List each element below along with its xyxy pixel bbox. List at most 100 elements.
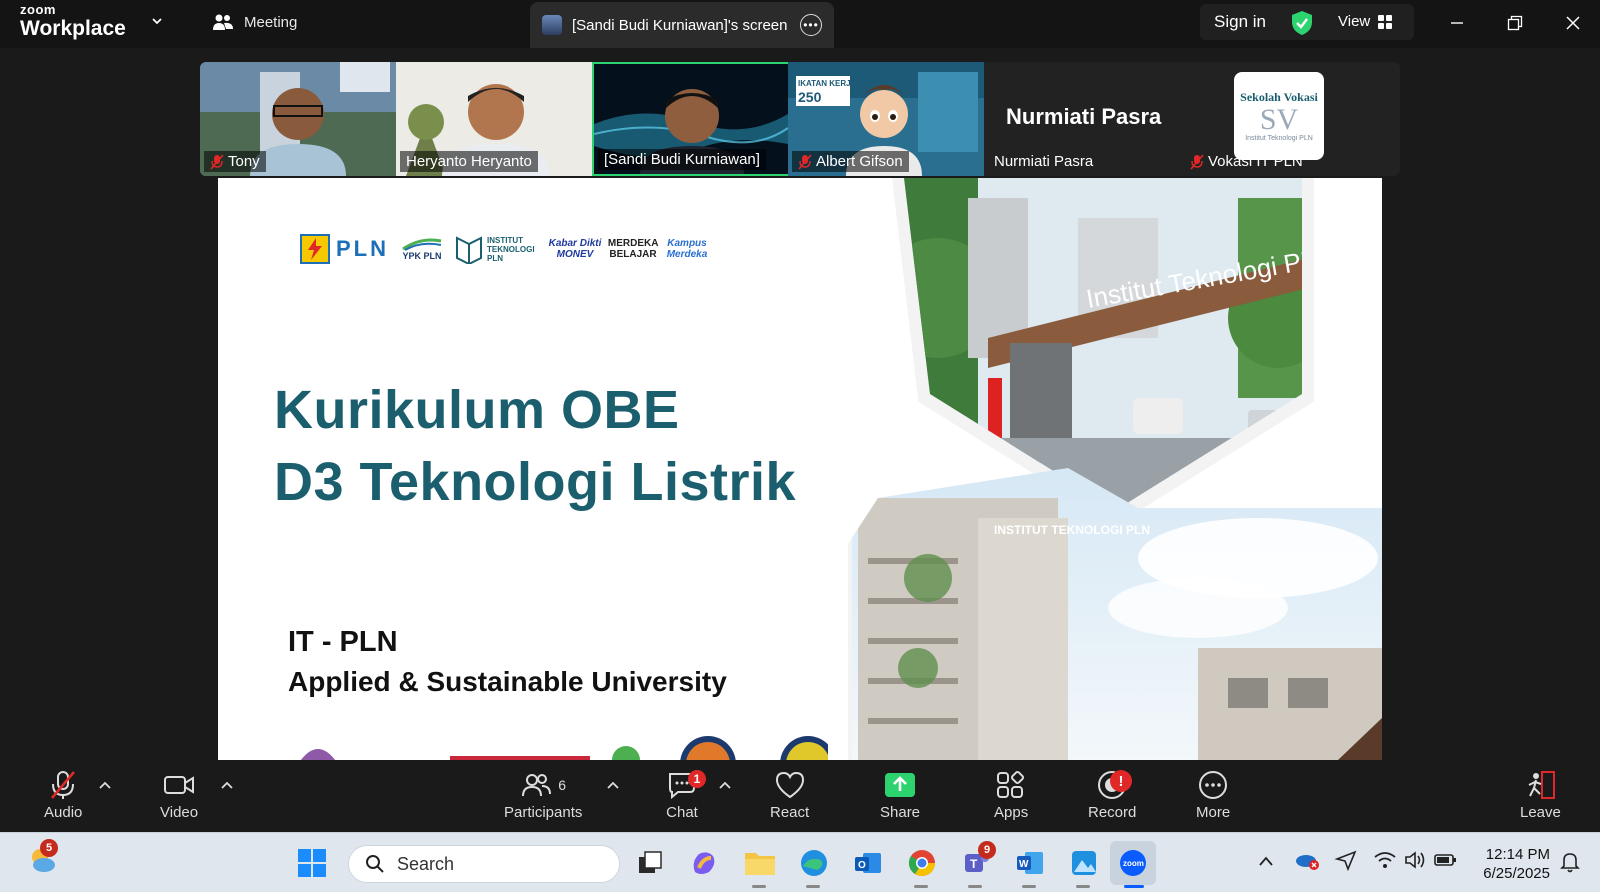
- zoom-workplace-logo[interactable]: zoom Workplace: [20, 3, 126, 39]
- minimize-icon[interactable]: [1442, 8, 1472, 38]
- leave-label: Leave: [1520, 804, 1561, 821]
- more-options-icon[interactable]: •••: [800, 14, 822, 36]
- shield-check-icon[interactable]: [1290, 10, 1314, 36]
- apps-button[interactable]: Apps: [994, 770, 1028, 821]
- video-tile-heryanto[interactable]: Heryanto Heryanto: [396, 62, 594, 176]
- leave-button[interactable]: Leave: [1520, 770, 1561, 821]
- svg-text:T: T: [970, 857, 978, 871]
- participants-icon: [522, 774, 552, 797]
- taskbar-clock[interactable]: 12:14 PM 6/25/2025: [1474, 845, 1550, 883]
- video-button[interactable]: Video: [160, 770, 198, 821]
- location-icon[interactable]: [1334, 849, 1358, 871]
- participant-name: [Sandi Budi Kurniawan]: [598, 149, 766, 170]
- itpln-logo: INSTITUT TEKNOLOGI PLN: [455, 234, 537, 264]
- windows-start-icon[interactable]: [296, 847, 328, 879]
- meeting-controls: Audio Video 6 Participants Chat 1 React …: [0, 762, 1600, 832]
- more-button[interactable]: More: [1196, 770, 1230, 821]
- video-camera-icon: [164, 776, 195, 794]
- svg-text:INSTITUT TEKNOLOGI PLN: INSTITUT TEKNOLOGI PLN: [994, 523, 1150, 537]
- tab-screen-label: [Sandi Budi Kurniawan]'s screen: [572, 16, 788, 34]
- task-view-icon[interactable]: [634, 847, 666, 879]
- participants-button[interactable]: 6 Participants: [504, 770, 582, 821]
- chat-label: Chat: [666, 804, 698, 821]
- brand-small: zoom: [20, 2, 56, 17]
- audio-options-caret-icon[interactable]: [98, 780, 112, 790]
- shared-screen-slide: PLN YPK PLN INSTITUT TEKNOLOGI PLN Kabar…: [218, 178, 1382, 760]
- chevron-up-icon[interactable]: [1258, 855, 1274, 867]
- taskbar-search-box[interactable]: Search: [348, 845, 620, 883]
- slide-title: Kurikulum OBE D3 Teknologi Listrik: [274, 374, 796, 518]
- heart-icon: [775, 771, 804, 799]
- video-options-caret-icon[interactable]: [220, 780, 234, 790]
- share-button[interactable]: Share: [880, 770, 920, 821]
- notification-bell-icon[interactable]: [1560, 851, 1580, 873]
- chrome-icon[interactable]: [906, 847, 938, 879]
- avatar: [542, 15, 562, 35]
- participant-name: Heryanto Heryanto: [400, 151, 538, 172]
- copilot-icon[interactable]: [688, 847, 720, 879]
- campus-illustration: Institut Teknologi PLN INSTITUT TEKNOLOG…: [848, 178, 1382, 760]
- kampus-merdeka-logo: Kampus Merdeka: [666, 238, 708, 260]
- slide-subtitle: IT - PLN Applied & Sustainable Universit…: [288, 622, 727, 702]
- close-icon[interactable]: [1558, 8, 1588, 38]
- teams-badge: 9: [978, 841, 996, 859]
- participant-name: Nurmiati Pasra: [994, 153, 1094, 170]
- react-label: React: [770, 804, 810, 821]
- audio-button[interactable]: Audio: [44, 770, 82, 821]
- windows-taskbar: 5 Search O T 9 W zoom 12:14 PM 6/25/2025: [0, 832, 1600, 892]
- react-button[interactable]: React: [770, 770, 809, 821]
- slide-title-line1: Kurikulum OBE: [274, 380, 680, 440]
- volume-icon[interactable]: [1404, 850, 1426, 870]
- svg-text:zoom: zoom: [1123, 859, 1144, 868]
- video-label: Video: [160, 804, 199, 821]
- svg-text:250: 250: [798, 89, 822, 105]
- grid-view-icon: [1378, 14, 1393, 29]
- participant-gallery: Tony Heryanto Heryanto [Sandi Budi Kurni…: [200, 62, 1400, 176]
- slide-title-line2: D3 Teknologi Listrik: [274, 452, 797, 512]
- participants-count: 6: [558, 777, 567, 793]
- bottom-accreditation-logos: [301, 736, 828, 760]
- tab-shared-screen[interactable]: [Sandi Budi Kurniawan]'s screen •••: [530, 2, 834, 48]
- audio-label: Audio: [44, 804, 83, 821]
- photos-icon[interactable]: [1068, 847, 1100, 879]
- mic-muted-icon: [1190, 153, 1204, 170]
- video-tile-tony[interactable]: Tony: [200, 62, 398, 176]
- outlook-icon[interactable]: O: [852, 847, 884, 879]
- kabar-dikti-monev-logo: Kabar Dikti MONEV: [548, 238, 602, 260]
- view-label: View: [1338, 13, 1371, 30]
- clock-time: 12:14 PM: [1485, 846, 1550, 863]
- video-tile-albert[interactable]: IKATAN KERJA 250 Albert Gifson: [788, 62, 986, 176]
- share-label: Share: [880, 804, 921, 821]
- zoom-taskbar-icon[interactable]: zoom: [1110, 841, 1156, 885]
- mic-muted-icon: [798, 153, 812, 170]
- wifi-icon[interactable]: [1374, 851, 1396, 869]
- participant-name: Albert Gifson: [792, 151, 909, 172]
- video-tile-nurmiati[interactable]: Nurmiati Pasra Nurmiati Pasra: [984, 62, 1182, 176]
- record-label: Record: [1088, 804, 1137, 821]
- onedrive-error-icon[interactable]: [1294, 849, 1320, 871]
- sign-in-button[interactable]: Sign in: [1214, 12, 1266, 32]
- merdeka-belajar-logo: MERDEKA BELAJAR: [607, 238, 659, 260]
- search-placeholder: Search: [397, 853, 455, 874]
- view-button[interactable]: View: [1338, 13, 1393, 30]
- tab-meeting[interactable]: Meeting: [212, 12, 297, 32]
- word-icon[interactable]: W: [1014, 847, 1046, 879]
- video-tile-vokasi[interactable]: Sekolah Vokasi SV Institut Teknologi PLN…: [1180, 62, 1378, 176]
- chevron-down-icon[interactable]: [150, 14, 164, 28]
- partner-logos: PLN YPK PLN INSTITUT TEKNOLOGI PLN Kabar…: [300, 234, 711, 264]
- chat-options-caret-icon[interactable]: [718, 780, 732, 790]
- battery-icon[interactable]: [1434, 851, 1458, 869]
- svg-text:O: O: [858, 860, 866, 871]
- participants-options-caret-icon[interactable]: [606, 780, 620, 790]
- restore-icon[interactable]: [1500, 8, 1530, 38]
- apps-label: Apps: [994, 804, 1029, 821]
- participant-display-name: Nurmiati Pasra: [1006, 104, 1162, 129]
- share-screen-icon: [885, 773, 916, 797]
- video-tile-sandi-active[interactable]: [Sandi Budi Kurniawan]: [592, 62, 790, 176]
- participant-name: Vokasi IT PLN: [1184, 151, 1309, 172]
- file-explorer-icon[interactable]: [744, 847, 776, 879]
- clock-date: 6/25/2025: [1483, 865, 1550, 882]
- weather-badge: 5: [40, 839, 58, 857]
- tab-meeting-label: Meeting: [244, 13, 298, 31]
- edge-browser-icon[interactable]: [798, 847, 830, 879]
